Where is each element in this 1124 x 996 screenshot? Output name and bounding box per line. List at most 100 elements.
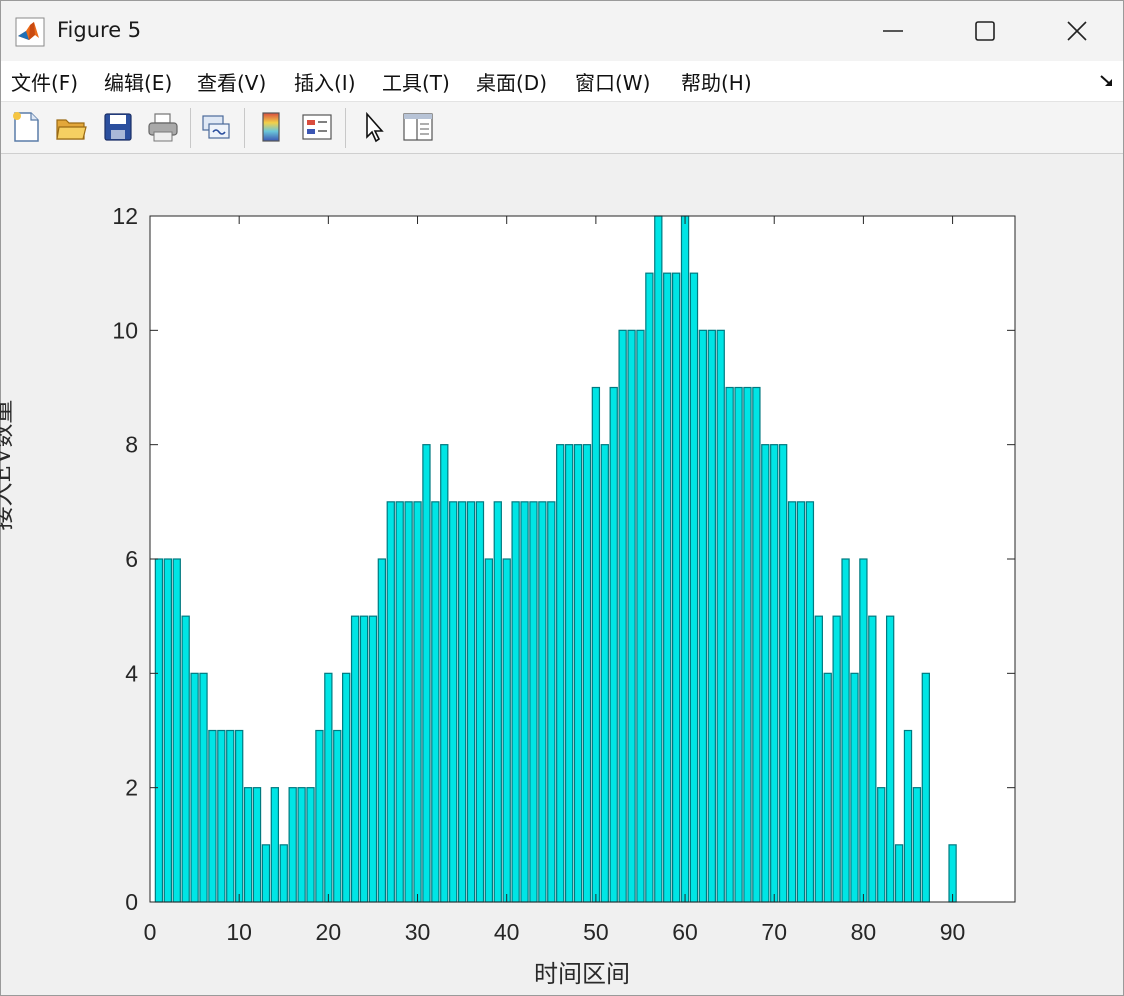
bar [181, 615, 190, 903]
bar [457, 501, 467, 903]
bar [297, 787, 306, 903]
bar [315, 729, 324, 903]
bar [538, 501, 547, 903]
bar [359, 615, 369, 903]
bar [734, 386, 743, 903]
bar [520, 501, 529, 903]
x-tick-label: 50 [583, 919, 609, 945]
y-tick-label: 8 [125, 432, 138, 458]
x-tick-label: 20 [316, 919, 342, 945]
x-tick-label: 30 [405, 919, 431, 945]
bar [529, 501, 538, 903]
bar [948, 844, 957, 903]
bar [493, 501, 502, 903]
y-tick-label: 0 [125, 889, 138, 915]
bar [903, 729, 913, 903]
bar [636, 329, 645, 903]
bar [921, 672, 930, 903]
bar [600, 444, 609, 903]
x-tick-label: 80 [851, 919, 877, 945]
bar [350, 615, 360, 903]
bar [707, 329, 716, 903]
bar [564, 444, 574, 903]
bar [885, 615, 895, 903]
bar [814, 615, 823, 903]
bar [270, 787, 280, 903]
bar [645, 272, 654, 903]
bar [208, 729, 217, 903]
bar [279, 844, 288, 903]
y-tick-label: 4 [125, 660, 138, 686]
bar [654, 215, 663, 903]
bar [556, 444, 565, 903]
bar [243, 787, 253, 903]
x-tick-label: 60 [672, 919, 698, 945]
bar [547, 501, 556, 903]
bar [859, 558, 868, 903]
bar [217, 729, 226, 903]
bar [440, 444, 449, 903]
y-tick-label: 10 [112, 317, 138, 343]
bar [511, 501, 520, 903]
bar [199, 672, 208, 903]
x-tick-label: 10 [226, 919, 252, 945]
bar [404, 501, 413, 903]
bar [841, 558, 850, 903]
bar [377, 558, 387, 903]
bar [823, 672, 832, 903]
x-axis-label: 时间区间 [534, 960, 630, 988]
bar [252, 787, 262, 903]
bar [868, 615, 877, 903]
bar [449, 501, 458, 903]
bar [618, 329, 627, 903]
bar [190, 672, 199, 903]
bar [386, 501, 395, 903]
bar [671, 272, 681, 903]
bar [796, 501, 806, 903]
bar [261, 844, 271, 903]
bar [484, 558, 494, 903]
bar [154, 558, 164, 903]
bar [627, 329, 636, 903]
bar [172, 558, 181, 903]
bar [413, 501, 422, 903]
bar [573, 444, 583, 903]
bar [475, 501, 485, 903]
bar [466, 501, 476, 903]
bar [680, 215, 690, 903]
bar [832, 615, 841, 903]
bar [787, 501, 797, 903]
bar [663, 272, 672, 903]
bar [770, 444, 779, 903]
bar [778, 444, 788, 903]
bar [422, 444, 431, 903]
bar [689, 272, 699, 903]
y-tick-label: 6 [125, 546, 138, 572]
x-tick-label: 40 [494, 919, 520, 945]
bar [333, 729, 342, 903]
x-tick-label: 90 [940, 919, 966, 945]
bar [698, 329, 708, 903]
bar [235, 729, 244, 903]
bar [226, 729, 235, 903]
bar [609, 386, 618, 903]
bar [431, 501, 440, 903]
bar [368, 615, 378, 903]
bar [502, 558, 511, 903]
x-tick-label: 70 [761, 919, 787, 945]
bar [725, 386, 734, 903]
bar [877, 787, 886, 903]
y-tick-label: 12 [112, 203, 138, 229]
x-tick-label: 0 [144, 919, 157, 945]
y-tick-label: 2 [125, 775, 138, 801]
bar-chart: 0 10 20 30 40 50 60 70 80 90 0 2 4 6 8 10 12 [112, 203, 1016, 945]
bar [752, 386, 761, 903]
bar [761, 444, 770, 903]
bar [591, 386, 601, 903]
bar [324, 672, 333, 903]
bar [912, 787, 922, 903]
bar [850, 672, 859, 903]
bar [716, 329, 725, 903]
y-axis-label: 接入EV数量 [0, 399, 16, 531]
bar [163, 558, 173, 903]
